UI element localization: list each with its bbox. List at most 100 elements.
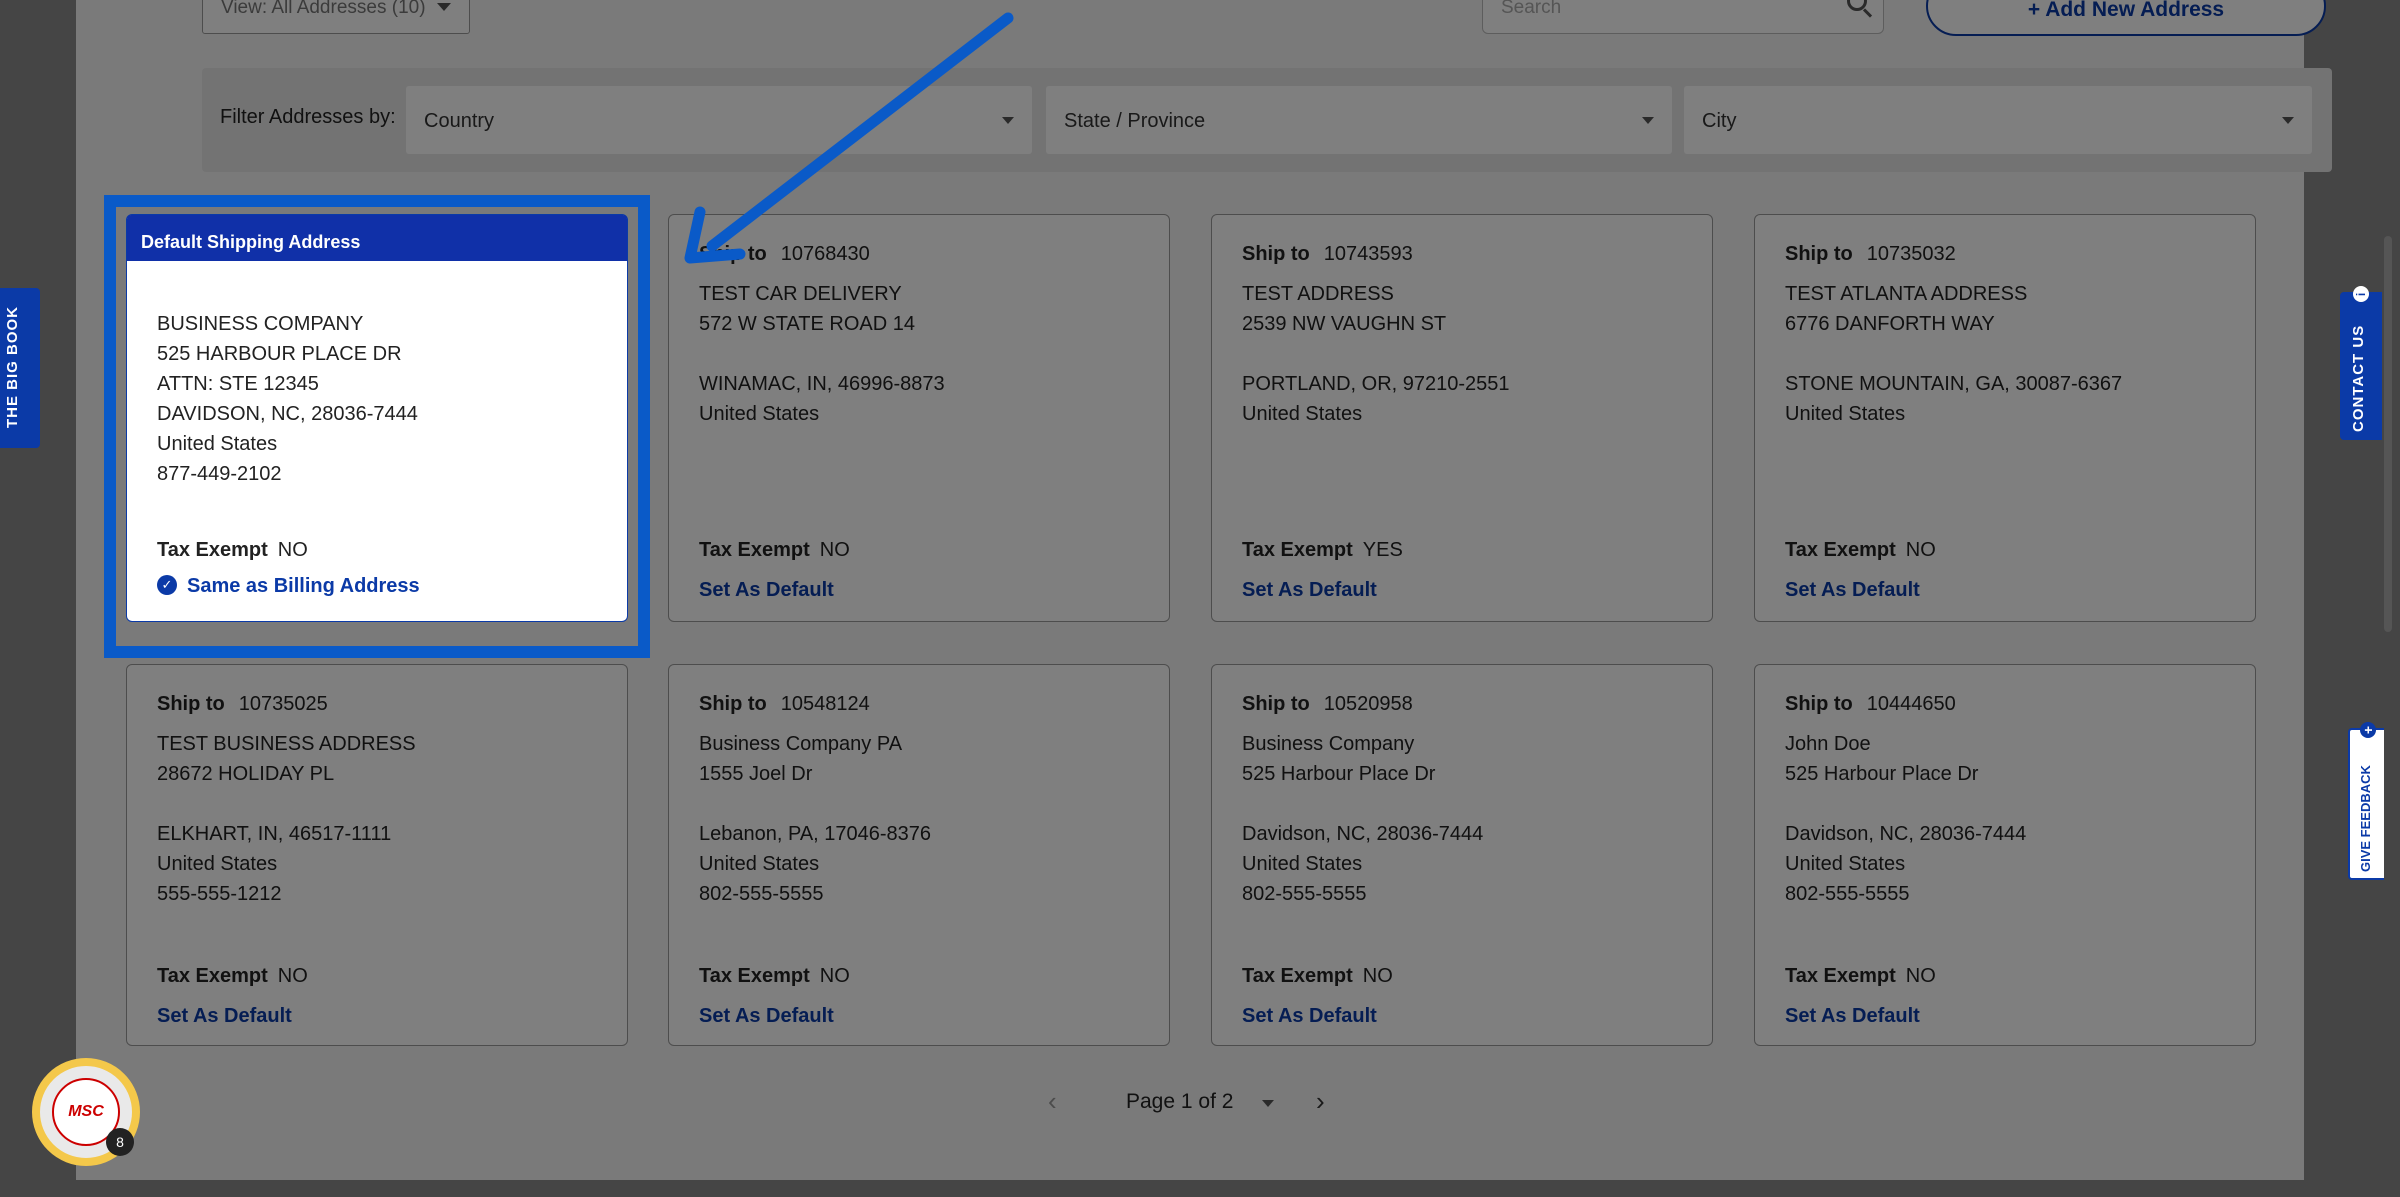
filter-bar: Filter Addresses by: Country State / Pro…: [202, 68, 2332, 172]
country-filter-select[interactable]: Country: [406, 86, 1032, 154]
address-line: 555-555-1212: [157, 883, 282, 905]
address-line: 802-555-5555: [1242, 883, 1367, 905]
ship-to-id: 10735032: [1866, 243, 1956, 265]
address-line: John Doe: [1785, 733, 1871, 755]
tax-exempt: Tax Exempt NO: [157, 961, 308, 991]
tax-exempt-label: Tax Exempt: [157, 965, 268, 987]
tax-exempt-value: YES: [1362, 539, 1403, 561]
ship-to: Ship to 10735032: [1785, 239, 1956, 269]
chevron-left-icon[interactable]: ‹: [1048, 1086, 1057, 1117]
ship-to-label: Ship to: [699, 243, 767, 265]
ship-to-label: Ship to: [699, 693, 767, 715]
address-line: 877-449-2102: [157, 463, 282, 485]
give-feedback-tab[interactable]: + GIVE FEEDBACK: [2348, 722, 2384, 880]
ship-to: Ship to 10444650: [1785, 689, 1956, 719]
address-line: PORTLAND, OR, 97210-2551: [1242, 373, 1510, 395]
tax-exempt-label: Tax Exempt: [1785, 539, 1896, 561]
ship-to-label: Ship to: [1785, 693, 1853, 715]
tax-exempt-value: NO: [819, 965, 850, 987]
add-new-address-button[interactable]: + Add New Address: [1926, 0, 2326, 36]
address-line: [1785, 339, 2122, 369]
address-line: 525 Harbour Place Dr: [1785, 763, 1979, 785]
scrollbar-thumb[interactable]: [2384, 236, 2392, 632]
chevron-down-icon: [437, 3, 451, 11]
chevron-down-icon: [1642, 117, 1654, 124]
address-line: United States: [1242, 853, 1363, 875]
city-filter-select[interactable]: City: [1684, 86, 2312, 154]
ship-to-id: 10735025: [238, 693, 328, 715]
ship-to-id: 10548124: [780, 693, 870, 715]
address-line: Business Company PA: [699, 733, 903, 755]
address-card: Ship to 10520958 Business Company 525 Harbo…: [1211, 664, 1713, 1046]
address-lines: TEST CAR DELIVERY 572 W STATE ROAD 14 WINA…: [699, 279, 945, 429]
big-book-tab[interactable]: THE BIG BOOK: [0, 288, 40, 448]
set-as-default-link[interactable]: Set As Default: [157, 1001, 292, 1031]
tax-exempt-label: Tax Exempt: [1785, 965, 1896, 987]
tax-exempt: Tax Exempt NO: [1785, 535, 1936, 565]
address-line: 802-555-5555: [699, 883, 824, 905]
address-line: [1242, 339, 1510, 369]
address-line: [157, 789, 416, 819]
tax-exempt-value: NO: [819, 539, 850, 561]
ship-to-label: Ship to: [1785, 243, 1853, 265]
address-line: United States: [699, 853, 820, 875]
set-as-default-link[interactable]: Set As Default: [1242, 575, 1377, 605]
address-line: DAVIDSON, NC, 28036-7444: [157, 403, 418, 425]
address-line: 802-555-5555: [1785, 883, 1910, 905]
search-placeholder: Search: [1501, 0, 1562, 18]
state-filter-select[interactable]: State / Province: [1046, 86, 1672, 154]
tax-exempt: Tax Exempt NO: [699, 535, 850, 565]
address-line: BUSINESS COMPANY: [157, 313, 364, 335]
address-line: United States: [157, 853, 278, 875]
address-lines: TEST ATLANTA ADDRESS 6776 DANFORTH WAY STO…: [1785, 279, 2122, 429]
pagination: ‹ Page 1 of 2 ›: [1040, 1086, 1340, 1120]
address-card: Ship to 10768430 TEST CAR DELIVERY 572 W ST…: [668, 214, 1170, 622]
address-lines: TEST BUSINESS ADDRESS 28672 HOLIDAY PL ELK…: [157, 729, 416, 909]
ship-to: Ship to 10743593: [1242, 239, 1413, 269]
tax-exempt: Tax Exempt NO: [699, 961, 850, 991]
ship-to-id: 10520958: [1323, 693, 1413, 715]
ship-to: Ship to 10735025: [157, 689, 328, 719]
msc-badge[interactable]: MSC 8: [32, 1058, 140, 1166]
set-as-default-link[interactable]: Set As Default: [699, 575, 834, 605]
tax-exempt-label: Tax Exempt: [699, 539, 810, 561]
tax-exempt-label: Tax Exempt: [1242, 539, 1353, 561]
address-line: [699, 789, 931, 819]
view-select[interactable]: View: All Addresses (10): [202, 0, 470, 34]
search-input[interactable]: Search: [1482, 0, 1884, 34]
tax-exempt-value: NO: [277, 539, 308, 561]
address-card: Ship to 10743593 TEST ADDRESS 2539 NW VAUGH…: [1211, 214, 1713, 622]
tax-exempt: Tax Exempt YES: [1242, 535, 1403, 565]
tax-exempt-value: NO: [1905, 965, 1936, 987]
address-line: United States: [157, 433, 278, 455]
contact-us-tab[interactable]: i CONTACT US: [2340, 286, 2382, 440]
address-lines: Business Company PA 1555 Joel Dr Lebanon, …: [699, 729, 931, 909]
set-as-default-link[interactable]: Set As Default: [1242, 1001, 1377, 1031]
address-line: Davidson, NC, 28036-7444: [1242, 823, 1484, 845]
address-line: United States: [1242, 403, 1363, 425]
address-line: TEST ADDRESS: [1242, 283, 1394, 305]
address-line: [1785, 789, 2026, 819]
give-feedback-label: GIVE FEEDBACK: [2358, 765, 2373, 872]
set-as-default-link[interactable]: Set As Default: [1785, 575, 1920, 605]
chevron-down-icon: [2282, 117, 2294, 124]
address-line: 572 W STATE ROAD 14: [699, 313, 915, 335]
chevron-down-icon[interactable]: [1262, 1100, 1274, 1107]
set-as-default-link[interactable]: Set As Default: [699, 1001, 834, 1031]
address-lines: John Doe 525 Harbour Place Dr Davidson, NC…: [1785, 729, 2026, 909]
info-icon: i: [2353, 286, 2369, 302]
ship-to-id: 10768430: [780, 243, 870, 265]
tax-exempt: Tax Exempt NO: [1785, 961, 1936, 991]
chevron-right-icon[interactable]: ›: [1316, 1086, 1325, 1117]
set-as-default-link[interactable]: Set As Default: [1785, 1001, 1920, 1031]
tax-exempt: Tax Exempt NO: [157, 535, 308, 565]
address-card: Ship to 10735032 TEST ATLANTA ADDRESS 6776 …: [1754, 214, 2256, 622]
search-icon[interactable]: [1847, 0, 1867, 11]
same-as-billing: ✓ Same as Billing Address: [157, 571, 420, 601]
country-filter-label: Country: [424, 110, 495, 132]
address-line: Business Company: [1242, 733, 1415, 755]
address-line: United States: [1785, 403, 1906, 425]
address-card: Ship to 10548124 Business Company PA 1555 J…: [668, 664, 1170, 1046]
plus-circle-icon: +: [2360, 722, 2376, 738]
address-line: [1242, 789, 1483, 819]
